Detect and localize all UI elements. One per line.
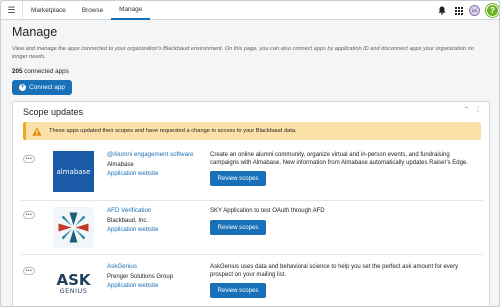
almabase-logo: almabase bbox=[53, 151, 94, 192]
app-name-link[interactable]: AFD Verification bbox=[107, 207, 207, 215]
app-description: AskGenius uses data and behavioral scien… bbox=[210, 264, 459, 278]
avatar[interactable]: LK bbox=[469, 5, 480, 16]
grid-icon[interactable] bbox=[452, 1, 466, 20]
app-info: @Alumni engagement software Almabase App… bbox=[107, 151, 207, 177]
connect-app-label: Connect app bbox=[29, 83, 65, 91]
tab-browse[interactable]: Browse bbox=[74, 1, 111, 20]
bell-icon[interactable] bbox=[435, 1, 449, 20]
app-name-link[interactable]: @Alumni engagement software bbox=[107, 151, 207, 159]
askgenius-logo-text: ASK bbox=[56, 270, 91, 289]
row-divider bbox=[21, 200, 483, 201]
almabase-logo-text: almabase bbox=[56, 167, 91, 176]
app-vendor: Almabase bbox=[107, 162, 134, 168]
more-options-icon[interactable]: ••• bbox=[23, 155, 35, 163]
more-options-icon[interactable]: ••• bbox=[23, 267, 35, 275]
app-website-link[interactable]: Application website bbox=[107, 171, 207, 177]
app-vendor: Prenger Solutions Group bbox=[107, 274, 174, 280]
app-website-link[interactable]: Application website bbox=[107, 283, 207, 289]
alert-text: These apps updated their scopes and have… bbox=[49, 128, 297, 134]
review-scopes-button[interactable]: Review scopes bbox=[210, 283, 266, 298]
connected-count-number: 205 bbox=[12, 67, 23, 75]
plus-icon: + bbox=[19, 83, 27, 91]
more-options-icon[interactable]: ••• bbox=[23, 211, 35, 219]
app-info: AskGenius Prenger Solutions Group Applic… bbox=[107, 263, 207, 289]
warning-icon bbox=[32, 126, 42, 136]
collapse-icon[interactable]: ⌃ bbox=[464, 106, 469, 113]
tab-manage[interactable]: Manage bbox=[111, 1, 151, 20]
connected-count-suffix: connected apps bbox=[22, 67, 69, 75]
panel-title: Scope updates bbox=[23, 106, 84, 117]
help-button[interactable]: ? bbox=[486, 4, 499, 17]
app-info: AFD Verification Blackbaud, Inc. Applica… bbox=[107, 207, 207, 233]
panel-header: Scope updates ⌃ ⋮ bbox=[13, 102, 489, 121]
app-website-link[interactable]: Application website bbox=[107, 227, 207, 233]
page-description: View and manage the apps connected to yo… bbox=[12, 46, 474, 61]
review-scopes-button[interactable]: Review scopes bbox=[210, 220, 266, 235]
page-header: Manage View and manage the apps connecte… bbox=[12, 25, 490, 95]
scope-updates-panel: Scope updates ⌃ ⋮ These apps updated the… bbox=[12, 101, 490, 306]
review-scopes-button[interactable]: Review scopes bbox=[210, 171, 266, 186]
app-description: SKY Application to test OAuth through AF… bbox=[210, 208, 325, 214]
afd-logo bbox=[53, 207, 94, 248]
connected-count: 205 connected apps bbox=[12, 68, 490, 75]
app-window: ☰ Marketplace Browse Manage LK ? Manage … bbox=[0, 0, 500, 307]
more-vertical-icon[interactable]: ⋮ bbox=[475, 106, 481, 113]
menu-icon[interactable]: ☰ bbox=[1, 1, 23, 20]
tab-marketplace[interactable]: Marketplace bbox=[23, 1, 74, 20]
askgenius-logo: ASK GENIUS bbox=[53, 263, 94, 304]
top-nav: ☰ Marketplace Browse Manage LK ? bbox=[1, 1, 499, 20]
row-divider bbox=[21, 254, 483, 255]
app-description: Create an online alumni community, organ… bbox=[210, 152, 468, 166]
scope-alert: These apps updated their scopes and have… bbox=[23, 122, 481, 140]
app-name-link[interactable]: AskGenius bbox=[107, 263, 207, 271]
app-vendor: Blackbaud, Inc. bbox=[107, 218, 149, 224]
nav-utilities: LK ? bbox=[435, 1, 499, 20]
connect-app-button[interactable]: + Connect app bbox=[12, 79, 72, 95]
page-title: Manage bbox=[12, 25, 58, 39]
askgenius-logo-subtext: GENIUS bbox=[59, 286, 88, 295]
